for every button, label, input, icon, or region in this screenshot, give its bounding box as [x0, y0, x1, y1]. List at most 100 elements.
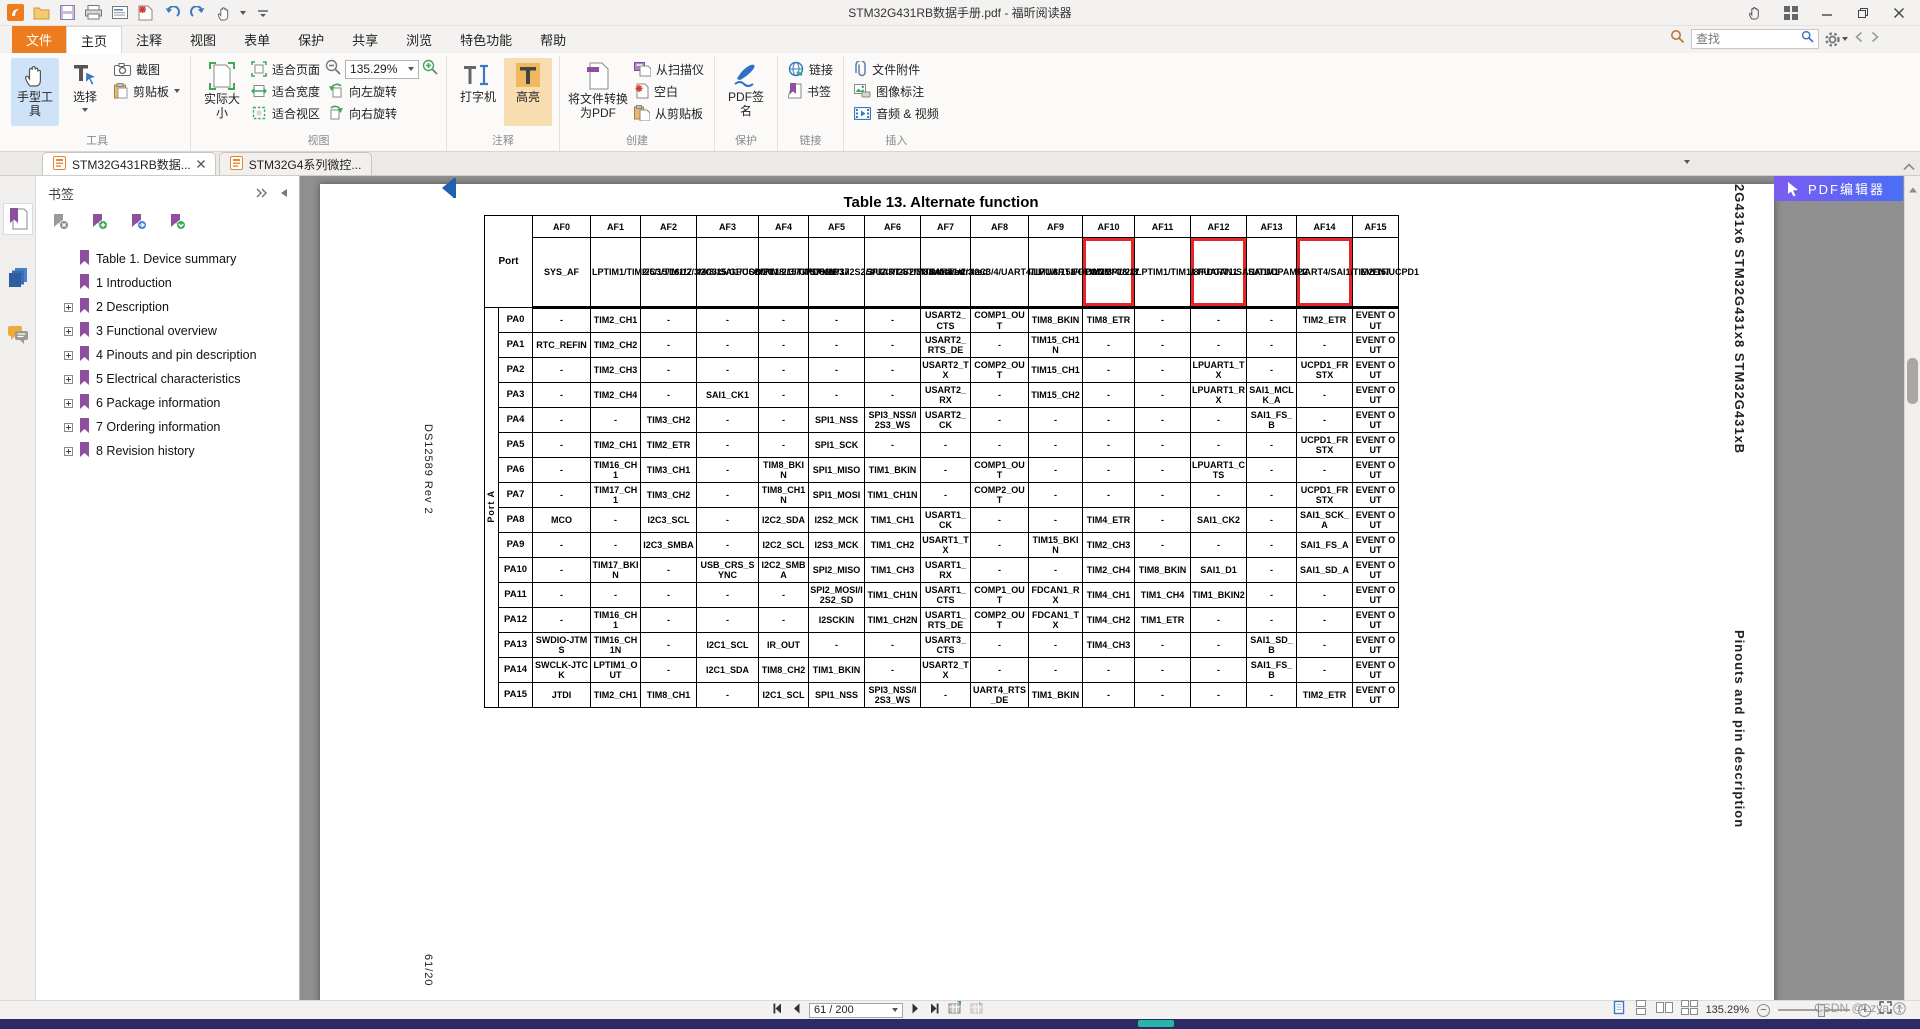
pages-panel-icon[interactable] [4, 262, 32, 292]
page-nav-marker-icon[interactable] [438, 176, 458, 205]
pin-cell[interactable]: PA4 [498, 407, 533, 433]
zoom-out-icon[interactable] [325, 59, 342, 80]
bookmark-button[interactable]: 书签 [785, 80, 836, 102]
pin-cell[interactable]: PA5 [498, 432, 533, 458]
bookmark-item[interactable]: Table 1. Device summary [36, 247, 299, 271]
zoom-level-select[interactable]: 135.29% [345, 59, 420, 79]
expander-icon[interactable] [64, 398, 73, 408]
add-bookmark-icon[interactable] [91, 214, 108, 236]
snapshot-button[interactable]: 截图 [111, 58, 183, 80]
menu-tab-share[interactable]: 共享 [338, 26, 392, 53]
first-page-button[interactable] [772, 1001, 784, 1019]
find-settings-icon[interactable] [1825, 31, 1848, 47]
rotate-right-button[interactable]: 向右旋转 [325, 102, 439, 124]
undo-icon[interactable] [162, 3, 181, 22]
scrollbar-thumb[interactable] [1907, 358, 1918, 404]
facing-layout-icon[interactable] [1655, 1000, 1673, 1020]
pin-cell[interactable]: PA0 [498, 307, 533, 333]
bookmark-item[interactable]: 5 Electrical characteristics [36, 367, 299, 391]
bookmarks-panel-icon[interactable] [2, 203, 33, 235]
previous-page-button[interactable] [792, 1001, 801, 1019]
fit-visible-button[interactable]: 适合视区 [248, 102, 323, 124]
continuous-facing-layout-icon[interactable] [1680, 1000, 1698, 1020]
pin-cell[interactable]: PA1 [498, 332, 533, 358]
from-scanner-button[interactable]: 从扫描仪 [631, 58, 707, 80]
menu-tab-file[interactable]: 文件 [12, 26, 67, 53]
bookmark-item[interactable]: 2 Description [36, 295, 299, 319]
pdf-editor-banner[interactable]: PDF编辑器 [1773, 176, 1903, 201]
print-icon[interactable] [84, 3, 103, 22]
audio-video-button[interactable]: 音频 & 视频 [851, 102, 942, 124]
minimize-button[interactable] [1810, 2, 1844, 24]
menu-tab-help[interactable]: 帮助 [526, 26, 580, 53]
document-tab-stm32g4-series[interactable]: STM32G4系列微控... [218, 152, 373, 175]
pin-cell[interactable]: PA3 [498, 382, 533, 408]
menu-tab-comment[interactable]: 注释 [122, 26, 176, 53]
open-file-icon[interactable] [32, 3, 51, 22]
expand-panel-icon[interactable] [255, 186, 269, 201]
pin-cell[interactable]: PA15 [498, 682, 533, 708]
menu-tab-browse[interactable]: 浏览 [392, 26, 446, 53]
pin-cell[interactable]: PA9 [498, 532, 533, 558]
save-icon[interactable] [58, 3, 77, 22]
menu-tab-form[interactable]: 表单 [230, 26, 284, 53]
expander-icon[interactable] [64, 422, 73, 432]
email-icon[interactable] [110, 3, 129, 22]
file-attachment-button[interactable]: 文件附件 [851, 58, 942, 80]
highlight-button[interactable]: 高亮 [504, 58, 553, 126]
pin-cell[interactable]: PA14 [498, 657, 533, 683]
expander-icon[interactable] [64, 446, 73, 456]
close-tab-icon[interactable] [196, 157, 205, 171]
bookmark-item[interactable]: 7 Ordering information [36, 415, 299, 439]
pin-cell[interactable]: PA7 [498, 482, 533, 508]
pdf-sign-button[interactable]: PDF签名 [722, 58, 770, 126]
menu-tab-view[interactable]: 视图 [176, 26, 230, 53]
customize-toolbar-icon[interactable] [253, 3, 272, 22]
document-tab-stm32g431rb-datasheet[interactable]: STM32G431RB数据... [42, 152, 216, 175]
hand-pointer-dropdown[interactable] [240, 10, 246, 15]
close-button[interactable] [1882, 2, 1916, 24]
fit-width-button[interactable]: 适合宽度 [248, 80, 323, 102]
actual-size-button[interactable]: 实际大小 [198, 58, 246, 126]
next-page-button[interactable] [911, 1001, 920, 1019]
expander-icon[interactable] [64, 350, 73, 360]
expander-icon[interactable] [64, 326, 73, 336]
rotate-left-button[interactable]: 向左旋转 [325, 80, 439, 102]
typewriter-button[interactable]: 打字机 [454, 58, 502, 126]
from-clipboard-button[interactable]: 从剪贴板 [631, 102, 707, 124]
find-input[interactable] [1696, 32, 1797, 46]
pin-cell[interactable]: PA10 [498, 557, 533, 583]
bookmark-item[interactable]: 8 Revision history [36, 439, 299, 463]
fit-page-button[interactable]: 适合页面 [248, 58, 323, 80]
bookmark-item[interactable]: 1 Introduction [36, 271, 299, 295]
blank-button[interactable]: 空白 [631, 80, 707, 102]
hand-tool-button[interactable]: 手型工具 [11, 58, 59, 126]
menu-tab-home[interactable]: 主页 [66, 26, 123, 54]
clipboard-button[interactable]: 剪贴板 [111, 80, 183, 102]
ribbon-collapse-icon[interactable] [1903, 158, 1915, 176]
image-annotation-button[interactable]: 图像标注 [851, 80, 942, 102]
convert-to-pdf-button[interactable]: 将文件转换为PDF [567, 58, 629, 126]
menu-tab-protect[interactable]: 保护 [284, 26, 338, 53]
pin-cell[interactable]: PA11 [498, 582, 533, 608]
restore-button[interactable] [1846, 2, 1880, 24]
new-document-icon[interactable] [136, 3, 155, 22]
comments-panel-icon[interactable] [4, 320, 32, 350]
document-scrollbar[interactable] [1904, 176, 1920, 1000]
tab-list-dropdown[interactable] [1684, 160, 1690, 164]
continuous-layout-icon[interactable] [1634, 1000, 1648, 1020]
link-button[interactable]: 链接 [785, 58, 836, 80]
hand-pointer-icon[interactable] [214, 3, 233, 22]
previous-view-icon[interactable] [948, 1001, 962, 1019]
scroll-up-icon[interactable] [1909, 180, 1917, 198]
pin-cell[interactable]: PA6 [498, 457, 533, 483]
pin-cell[interactable]: PA2 [498, 357, 533, 383]
page-number-box[interactable]: 61 / 200 [809, 1002, 903, 1018]
expander-icon[interactable] [64, 374, 73, 384]
delete-bookmark-icon[interactable] [52, 214, 69, 236]
redo-icon[interactable] [188, 3, 207, 22]
grid-view-icon[interactable] [1774, 2, 1808, 24]
select-tool-button[interactable]: 选择 [61, 58, 109, 126]
single-page-layout-icon[interactable] [1612, 1000, 1626, 1020]
find-next-icon[interactable] [1870, 30, 1880, 48]
